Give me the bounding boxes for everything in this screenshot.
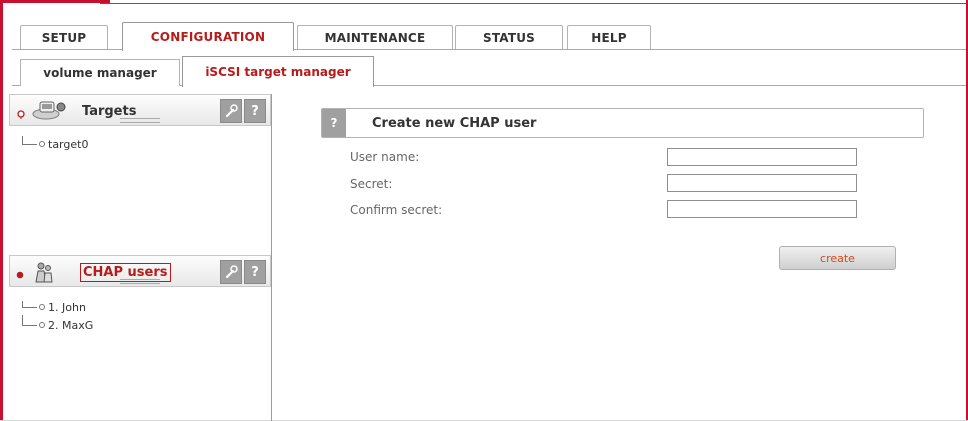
tab-setup[interactable]: SETUP xyxy=(20,25,108,49)
tree-node-icon xyxy=(39,141,45,147)
form-help-button[interactable]: ? xyxy=(322,109,346,137)
tab-configuration[interactable]: CONFIGURATION xyxy=(122,22,294,51)
create-button[interactable]: create xyxy=(779,246,896,270)
form-title: Create new CHAP user xyxy=(372,116,537,131)
window-top-border xyxy=(0,0,968,6)
tree-connector xyxy=(22,301,37,308)
wrench-icon xyxy=(225,265,238,279)
targets-title: Targets xyxy=(82,104,137,119)
secret-field[interactable] xyxy=(667,174,857,192)
subtab-iscsi-target-manager[interactable]: iSCSI target manager xyxy=(182,56,374,87)
subtab-volume-manager[interactable]: volume manager xyxy=(20,59,180,86)
tree-connector xyxy=(22,136,37,145)
tree-item-chap-user-2[interactable]: 2. MaxG xyxy=(22,315,93,332)
targets-panel-header[interactable]: Targets ? xyxy=(9,94,271,126)
tab-maintenance[interactable]: MAINTENANCE xyxy=(297,25,453,49)
chap-user-label: 2. MaxG xyxy=(48,319,94,332)
user-name-field[interactable] xyxy=(667,148,857,166)
expanded-node-icon xyxy=(16,271,24,279)
create-chap-user-header: ? Create new CHAP user xyxy=(321,108,924,138)
user-name-label: User name: xyxy=(350,150,420,164)
tree-item-chap-user-1[interactable]: 1. John xyxy=(22,301,86,314)
sub-tab-bar: volume manager iSCSI target manager xyxy=(12,56,966,87)
confirm-secret-label: Confirm secret: xyxy=(350,203,443,217)
targets-settings-button[interactable] xyxy=(220,99,242,123)
tab-status[interactable]: STATUS xyxy=(455,25,563,49)
secret-label: Secret: xyxy=(350,177,393,191)
tree-connector xyxy=(22,315,37,326)
chap-users-settings-button[interactable] xyxy=(220,260,242,284)
target-label: target0 xyxy=(48,138,89,151)
resize-grip[interactable] xyxy=(120,279,160,284)
wrench-icon xyxy=(225,104,238,118)
chap-user-label: 1. John xyxy=(48,301,86,314)
tree-item-target0[interactable]: target0 xyxy=(22,136,88,151)
collapsed-node-icon xyxy=(17,110,25,119)
tab-help[interactable]: HELP xyxy=(567,25,651,49)
targets-help-button[interactable]: ? xyxy=(244,99,266,123)
window-left-border xyxy=(0,0,3,421)
resize-grip[interactable] xyxy=(120,118,160,123)
confirm-secret-field[interactable] xyxy=(667,200,857,218)
chap-users-help-button[interactable]: ? xyxy=(244,260,266,284)
tree-node-icon xyxy=(39,304,45,310)
users-icon xyxy=(35,262,53,283)
main-tab-bar: SETUP CONFIGURATION MAINTENANCE STATUS H… xyxy=(12,22,966,51)
left-panel: Targets ? target0 CHAP users ? 1. John 2… xyxy=(9,94,272,421)
chap-users-panel-header[interactable]: CHAP users ? xyxy=(9,255,271,287)
tree-node-icon xyxy=(39,322,45,328)
server-icon xyxy=(32,101,66,120)
